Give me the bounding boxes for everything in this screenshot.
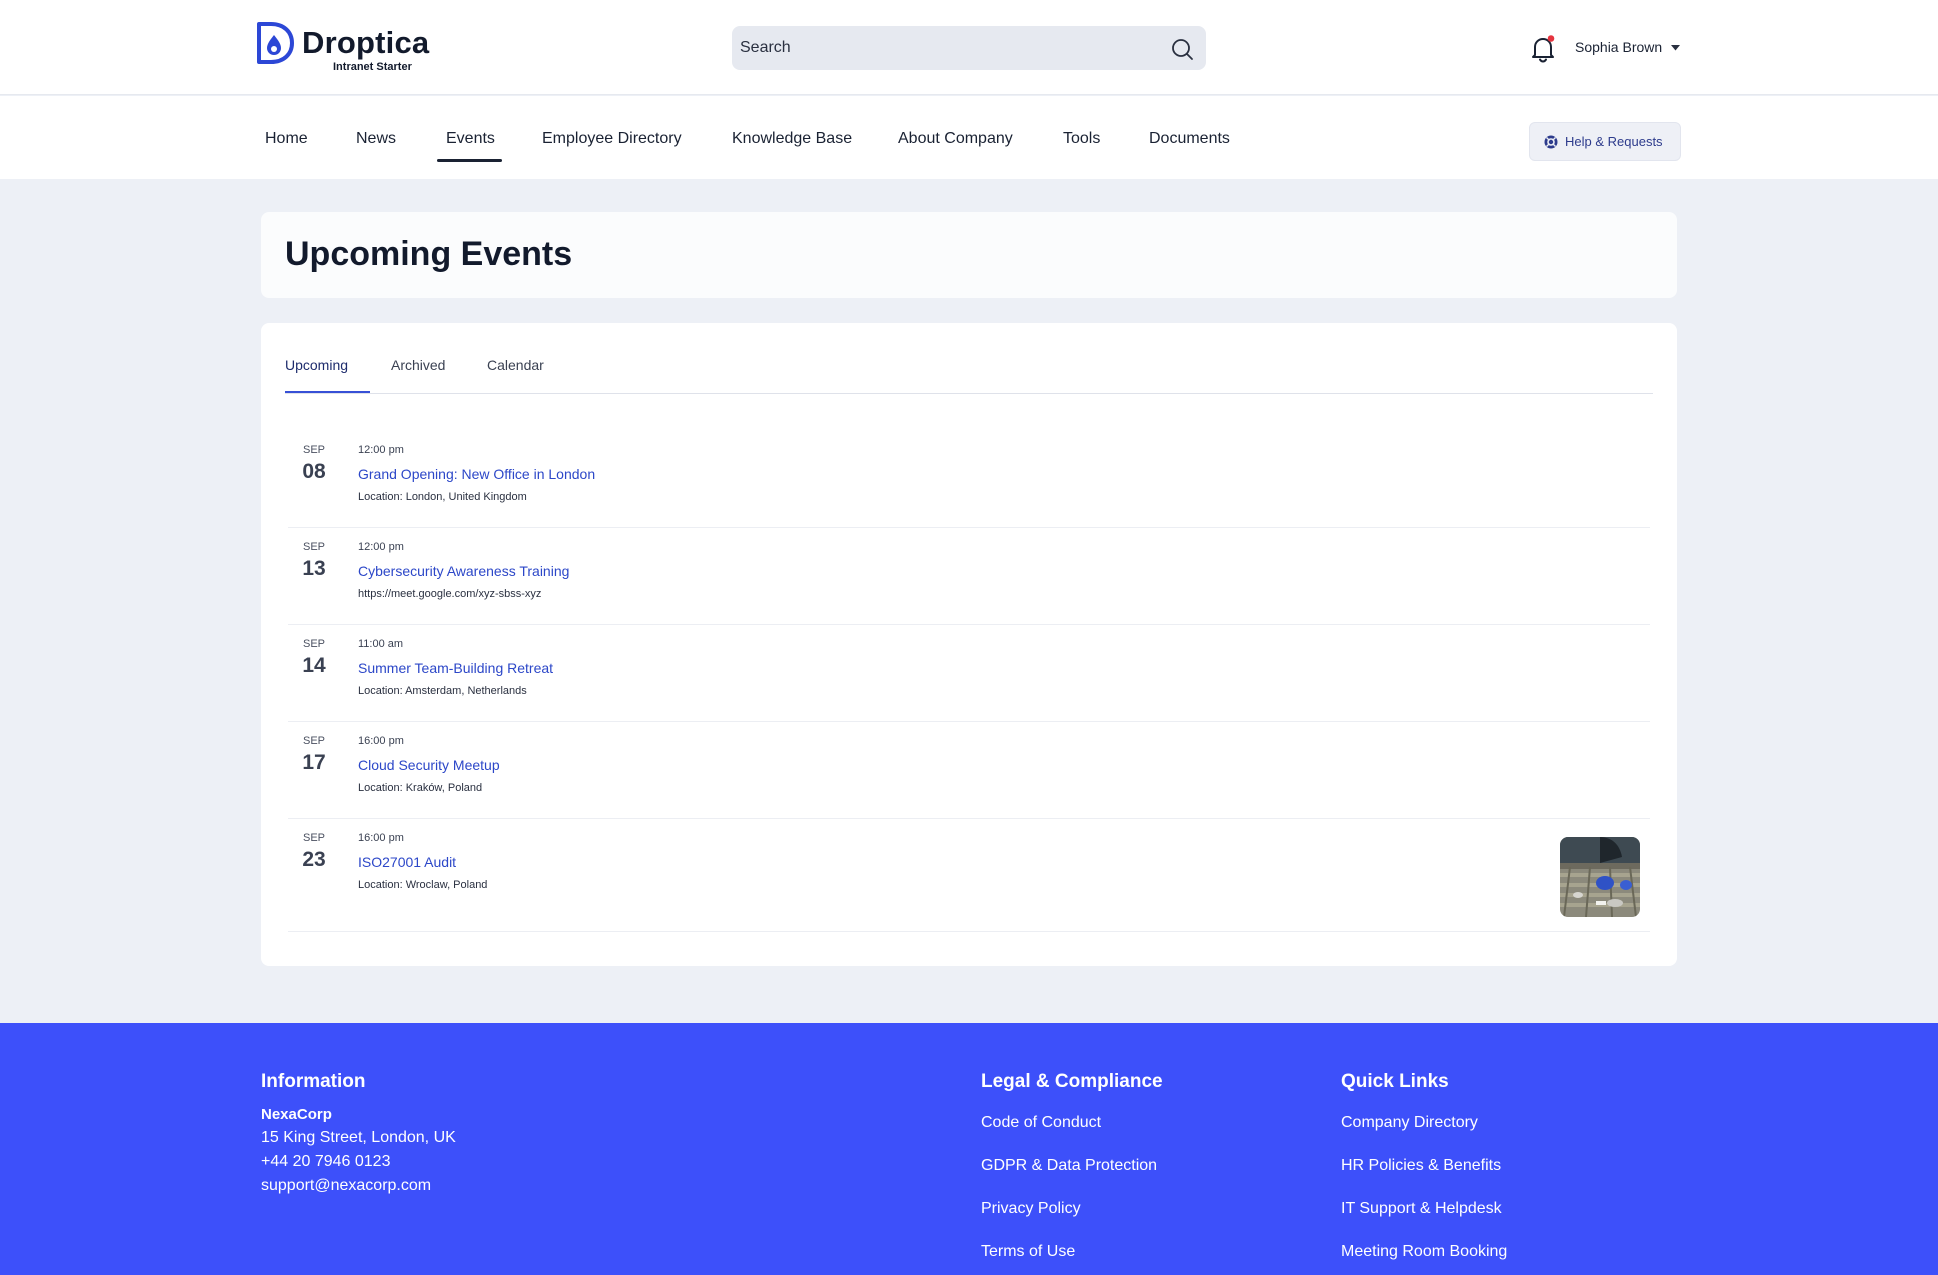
footer-link-hr-policies[interactable]: HR Policies & Benefits [1341, 1157, 1501, 1175]
event-title-link[interactable]: Cloud Security Meetup [358, 757, 500, 773]
event-location: Location: Kraków, Poland [358, 782, 483, 794]
event-tabs: Upcoming Archived Calendar [285, 323, 1653, 394]
event-location: Location: Wroclaw, Poland [358, 879, 488, 891]
page-title: Upcoming Events [285, 235, 573, 273]
site-footer: Information NexaCorp 15 King Street, Lon… [0, 1023, 1938, 1275]
user-name: Sophia Brown [1575, 39, 1663, 55]
user-menu[interactable]: Sophia Brown [1575, 36, 1685, 60]
event-item: SEP 14 11:00 am Summer Team-Building Ret… [288, 625, 1650, 722]
footer-information-heading: Information [261, 1071, 366, 1092]
event-location: Location: Amsterdam, Netherlands [358, 685, 527, 697]
tab-archived[interactable]: Archived [391, 357, 445, 373]
event-item: SEP 17 16:00 pm Cloud Security Meetup Lo… [288, 722, 1650, 819]
help-requests-button[interactable]: Help & Requests [1529, 122, 1681, 161]
nav-item-about-company[interactable]: About Company [898, 130, 1013, 148]
event-day: 08 [302, 460, 326, 483]
event-item: SEP 08 12:00 pm Grand Opening: New Offic… [288, 431, 1650, 528]
event-time: 16:00 pm [358, 832, 404, 844]
tab-calendar[interactable]: Calendar [487, 357, 544, 373]
droptica-logo-icon [257, 22, 294, 64]
main-navigation: Home News Events Employee Directory Know… [0, 96, 1938, 179]
search-input[interactable] [732, 26, 1152, 70]
event-month: SEP [302, 832, 325, 844]
footer-address: 15 King Street, London, UK [261, 1129, 456, 1146]
nav-item-news[interactable]: News [356, 130, 396, 148]
notification-bell-icon[interactable] [1530, 35, 1556, 63]
footer-email[interactable]: support@nexacorp.com [261, 1177, 431, 1195]
event-time: 11:00 am [358, 638, 404, 650]
footer-link-code-of-conduct[interactable]: Code of Conduct [981, 1114, 1101, 1132]
footer-quick-links-heading: Quick Links [1341, 1071, 1449, 1092]
site-header: Droptica Intranet Starter Sophia Brown [0, 0, 1938, 95]
brand-subtitle: Intranet Starter [333, 61, 412, 73]
footer-company-name: NexaCorp [261, 1106, 332, 1123]
nav-item-employee-directory[interactable]: Employee Directory [542, 130, 682, 148]
event-thumbnail[interactable] [1560, 837, 1640, 917]
help-icon [1544, 135, 1558, 149]
nav-item-knowledge-base[interactable]: Knowledge Base [732, 130, 852, 148]
footer-link-company-directory[interactable]: Company Directory [1341, 1114, 1478, 1132]
event-title-link[interactable]: Cybersecurity Awareness Training [358, 563, 569, 579]
event-month: SEP [302, 444, 325, 456]
events-panel: Upcoming Archived Calendar SEP 08 12:00 … [261, 323, 1677, 966]
chevron-down-icon [1671, 45, 1680, 51]
nav-item-tools[interactable]: Tools [1063, 130, 1100, 148]
event-meeting-link: https://meet.google.com/xyz-sbss-xyz [358, 588, 542, 600]
search-icon[interactable] [1170, 37, 1194, 61]
help-requests-label: Help & Requests [1565, 134, 1663, 149]
footer-link-it-support[interactable]: IT Support & Helpdesk [1341, 1200, 1502, 1218]
nav-item-events[interactable]: Events [446, 130, 495, 148]
droptica-logo[interactable]: Droptica Intranet Starter [256, 22, 430, 74]
event-item: SEP 23 16:00 pm ISO27001 Audit Location:… [288, 819, 1650, 932]
event-day: 17 [302, 751, 326, 774]
brand-name: Droptica [302, 25, 430, 60]
event-title-link[interactable]: Summer Team-Building Retreat [358, 660, 553, 676]
event-day: 14 [302, 654, 326, 677]
event-thumbnail-image [1560, 837, 1640, 917]
event-time: 16:00 pm [358, 735, 404, 747]
event-day: 23 [302, 848, 326, 871]
footer-link-privacy-policy[interactable]: Privacy Policy [981, 1200, 1081, 1218]
active-nav-indicator [437, 159, 502, 162]
event-month: SEP [302, 638, 325, 650]
active-tab-indicator [285, 391, 370, 393]
event-month: SEP [302, 735, 325, 747]
event-item: SEP 13 12:00 pm Cybersecurity Awareness … [288, 528, 1650, 625]
page-title-card: Upcoming Events [261, 212, 1677, 298]
event-day: 13 [302, 557, 326, 580]
footer-phone: +44 20 7946 0123 [261, 1153, 391, 1170]
tab-upcoming[interactable]: Upcoming [285, 357, 348, 373]
event-title-link[interactable]: Grand Opening: New Office in London [358, 466, 595, 482]
event-time: 12:00 pm [358, 444, 404, 456]
footer-link-terms-of-use[interactable]: Terms of Use [981, 1243, 1075, 1261]
event-time: 12:00 pm [358, 541, 404, 553]
nav-item-documents[interactable]: Documents [1149, 130, 1230, 148]
event-title-link[interactable]: ISO27001 Audit [358, 854, 456, 870]
event-location: Location: London, United Kingdom [358, 491, 527, 503]
footer-legal-heading: Legal & Compliance [981, 1071, 1163, 1092]
nav-item-home[interactable]: Home [265, 130, 308, 148]
footer-link-gdpr[interactable]: GDPR & Data Protection [981, 1157, 1157, 1175]
footer-link-meeting-room-booking[interactable]: Meeting Room Booking [1341, 1243, 1507, 1261]
search-box [732, 26, 1206, 70]
event-month: SEP [302, 541, 325, 553]
